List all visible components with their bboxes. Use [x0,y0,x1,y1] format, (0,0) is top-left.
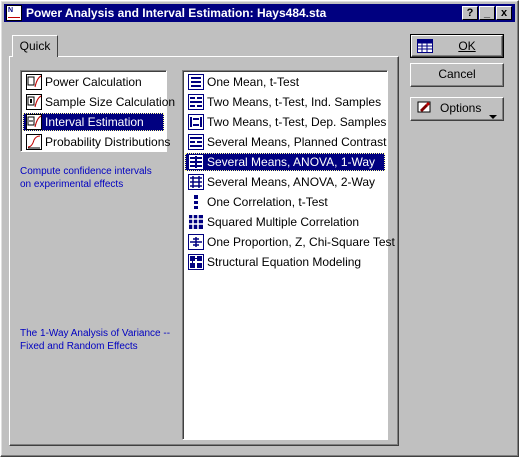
analysis-item-selected[interactable]: Several Means, ANOVA, 1-Way [185,153,385,171]
category-label: Probability Distributions [45,135,171,149]
cancel-button[interactable]: Cancel [410,63,504,87]
analysis-item[interactable]: Several Means, ANOVA, 2-Way [185,173,385,191]
window-title: Power Analysis and Interval Estimation: … [26,6,327,20]
analysis-label: Structural Equation Modeling [207,255,362,269]
analysis-item[interactable]: One Correlation, t-Test [185,193,385,211]
close-button[interactable]: x [496,6,512,20]
analysis-item[interactable]: Several Means, Planned Contrast [185,133,387,151]
sem-icon [188,254,204,270]
anova-2way-icon [188,174,204,190]
tab-quick[interactable]: Quick [12,35,58,57]
analysis-item[interactable]: Two Means, t-Test, Dep. Samples [185,113,387,131]
analysis-label: One Correlation, t-Test [207,195,328,209]
tab-quick-label: Quick [19,39,51,53]
two-means-dep-icon [188,114,204,130]
prob-dist-icon [26,134,42,150]
options-label: Options [440,101,482,115]
one-correlation-icon [188,194,204,210]
category-item-interval[interactable]: Interval Estimation [23,113,164,131]
one-proportion-icon [188,234,204,250]
analysis-label: Two Means, t-Test, Ind. Samples [207,95,382,109]
category-label: Sample Size Calculation [45,95,176,109]
category-label: Interval Estimation [45,115,144,129]
analysis-label: Two Means, t-Test, Dep. Samples [207,115,387,129]
anova-1way-icon [188,154,204,170]
dialog-window: N Power Analysis and Interval Estimation… [0,0,519,457]
app-icon[interactable]: N [6,5,22,21]
analysis-label: Several Means, ANOVA, 2-Way [207,175,376,189]
tab-panel: Power Calculation Sample Size Calculatio… [9,56,399,446]
cancel-label: Cancel [438,67,476,81]
planned-contrast-icon [188,134,204,150]
options-button[interactable]: Options [410,97,504,121]
analysis-list[interactable]: One Mean, t-Test Two Means, t-Test, Ind.… [182,70,395,440]
analysis-item[interactable]: One Proportion, Z, Chi-Square Test [185,233,395,251]
ok-button[interactable]: OK [410,34,504,58]
ok-label: OK [458,39,476,53]
category-label: Power Calculation [45,75,142,89]
analysis-item[interactable]: Two Means, t-Test, Ind. Samples [185,93,385,111]
chevron-down-icon [489,106,497,126]
one-mean-icon [188,74,204,90]
analysis-label: Squared Multiple Correlation [207,215,360,229]
title-bar[interactable]: N Power Analysis and Interval Estimation… [4,4,515,22]
analysis-item[interactable]: Structural Equation Modeling [185,253,385,271]
category-list[interactable]: Power Calculation Sample Size Calculatio… [20,70,175,152]
interval-est-icon [26,114,42,130]
options-icon [417,101,433,115]
analysis-description: The 1-Way Analysis of Variance -- Fixed … [20,328,171,352]
analysis-label: Several Means, ANOVA, 1-Way [207,155,376,169]
minimize-button[interactable]: _ [479,6,495,20]
category-item-sample-size[interactable]: Sample Size Calculation [23,93,175,111]
category-item-power[interactable]: Power Calculation [23,73,164,91]
sample-size-icon [26,94,42,110]
category-description: Compute confidence intervals on experime… [20,166,152,190]
analysis-label: One Proportion, Z, Chi-Square Test [207,235,395,249]
analysis-item[interactable]: Squared Multiple Correlation [185,213,385,231]
analysis-label: One Mean, t-Test [207,75,300,89]
analysis-label: Several Means, Planned Contrast [207,135,387,149]
power-calc-icon [26,74,42,90]
two-means-ind-icon [188,94,204,110]
squared-multiple-icon [188,214,204,230]
analysis-item[interactable]: One Mean, t-Test [185,73,385,91]
help-button[interactable]: ? [462,6,478,20]
category-item-probability[interactable]: Probability Distributions [23,133,170,151]
